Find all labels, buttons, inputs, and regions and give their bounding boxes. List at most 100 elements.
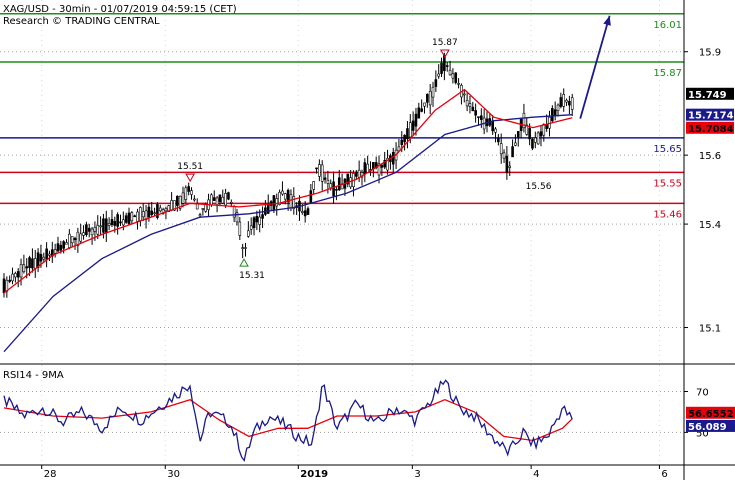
level-annotation-label: 15.56 xyxy=(526,182,552,192)
candle-body xyxy=(227,192,230,200)
candle-body xyxy=(139,207,142,221)
candle-body xyxy=(76,231,80,246)
candle-body xyxy=(318,164,321,177)
candle-body xyxy=(198,214,202,217)
candle-body xyxy=(542,124,546,136)
candle-body xyxy=(193,198,196,201)
candle-body xyxy=(565,99,568,103)
candle-body xyxy=(289,194,293,208)
candle-body xyxy=(104,218,108,233)
candle-body xyxy=(141,211,145,218)
candle-body xyxy=(494,128,497,133)
candle-body xyxy=(570,97,574,110)
swing-high-label: 15.51 xyxy=(177,162,203,172)
candle-body xyxy=(158,207,162,212)
candle-body xyxy=(221,196,225,204)
candle-body xyxy=(22,264,26,273)
candle-body xyxy=(283,193,287,200)
candle-body xyxy=(244,247,247,249)
candle-body xyxy=(275,198,279,207)
candle-body xyxy=(312,181,315,190)
candle-body xyxy=(411,120,415,131)
candle-body xyxy=(306,208,310,215)
candle-body xyxy=(491,121,494,132)
candle-body xyxy=(454,72,458,83)
time-tick-label: 4 xyxy=(533,469,539,480)
candle-body xyxy=(28,257,31,268)
candle-body xyxy=(258,216,262,225)
candle-body xyxy=(215,197,219,205)
candle-body xyxy=(440,62,443,74)
candle-body xyxy=(68,233,71,248)
candle-body xyxy=(224,193,227,206)
candle-body xyxy=(184,187,188,200)
candle-body xyxy=(73,238,77,241)
candle-body xyxy=(266,203,270,214)
candle-body xyxy=(286,189,290,202)
candle-body xyxy=(335,189,338,191)
candle-body xyxy=(187,186,190,192)
price-badge-label: 15.749 xyxy=(688,90,727,101)
candle-body xyxy=(16,271,20,278)
candle-body xyxy=(45,248,48,260)
candle-body xyxy=(19,263,23,278)
candle-body xyxy=(363,162,367,175)
candle-body xyxy=(457,83,460,85)
candle-body xyxy=(556,104,560,111)
candle-body xyxy=(238,221,242,236)
candle-body xyxy=(471,106,475,112)
candle-body xyxy=(301,211,304,213)
candle-body xyxy=(190,190,193,195)
candle-body xyxy=(25,266,29,269)
time-tick-label: 28 xyxy=(44,469,57,480)
candle-body xyxy=(553,109,557,116)
candle-body xyxy=(465,100,469,107)
candle-body xyxy=(127,212,131,225)
candle-body xyxy=(406,128,409,140)
candle-body xyxy=(528,127,531,140)
candle-body xyxy=(136,211,139,222)
candle-body xyxy=(31,258,34,269)
candle-body xyxy=(414,113,418,127)
candle-body xyxy=(320,164,324,182)
candle-body xyxy=(107,223,111,226)
candle-body xyxy=(462,93,466,96)
candle-body xyxy=(218,194,222,202)
candle-body xyxy=(102,218,105,233)
candle-body xyxy=(153,212,156,214)
candle-body xyxy=(445,65,449,67)
candle-body xyxy=(545,124,548,129)
candle-body xyxy=(380,164,384,168)
rsi-badge-label: 56.089 xyxy=(688,422,727,433)
candle-body xyxy=(2,278,6,294)
candle-body xyxy=(170,200,173,211)
candle-body xyxy=(408,122,412,138)
level-label-support: 15.46 xyxy=(653,209,682,220)
price-badge-label: 15.7174 xyxy=(688,111,734,122)
candle-body xyxy=(82,232,85,236)
swing-low-label: 15.31 xyxy=(239,271,265,281)
candle-body xyxy=(59,244,63,251)
candle-body xyxy=(499,143,503,155)
candle-body xyxy=(79,233,83,242)
candle-body xyxy=(536,132,540,145)
candle-body xyxy=(272,195,276,211)
chart-title: XAG/USD - 30min - 01/07/2019 04:59:15 (C… xyxy=(3,4,237,15)
candle-body xyxy=(443,55,446,72)
candle-body xyxy=(99,225,102,228)
candle-body xyxy=(65,242,68,245)
price-badge-label: 15.7084 xyxy=(688,124,734,135)
candle-body xyxy=(210,194,213,206)
candle-body xyxy=(423,102,426,107)
candle-body xyxy=(119,221,122,224)
candle-body xyxy=(110,219,114,226)
candle-body xyxy=(56,243,60,252)
time-tick-label: 6 xyxy=(661,469,667,480)
candle-body xyxy=(477,116,480,118)
candle-body xyxy=(150,210,154,215)
candle-body xyxy=(116,214,119,227)
candle-body xyxy=(315,167,318,170)
chart-subtitle: Research © TRADING CENTRAL xyxy=(3,16,160,27)
price-tick-label: 15.9 xyxy=(699,48,721,59)
candle-body xyxy=(502,152,506,159)
